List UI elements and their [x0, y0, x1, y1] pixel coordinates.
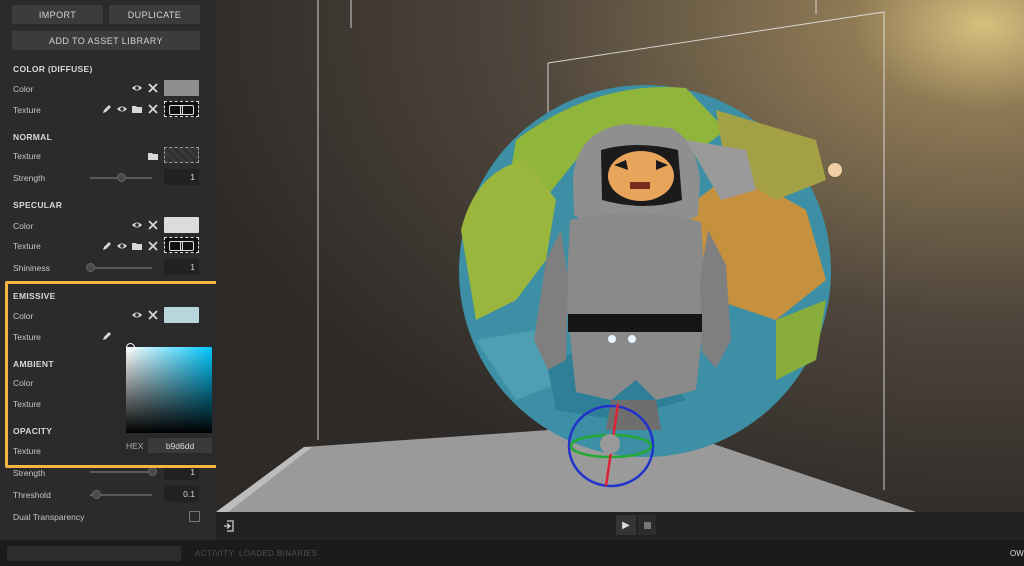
shininess-label: Shininess: [13, 263, 50, 273]
stop-button[interactable]: [638, 515, 656, 535]
eye-icon[interactable]: [116, 240, 128, 252]
normal-texture-label: Texture: [13, 151, 41, 161]
diffuse-texture-label: Texture: [13, 105, 41, 115]
light-sphere: [828, 163, 842, 177]
status-bar: ACTIVITY: LOADED BINARIES OW: [0, 540, 1024, 566]
threshold-value[interactable]: 0.1: [164, 486, 199, 502]
threshold-label: Threshold: [13, 490, 51, 500]
normal-strength-label: Strength: [13, 173, 46, 183]
eye-icon[interactable]: [131, 82, 143, 94]
specular-section-title: SPECULAR: [13, 200, 63, 210]
stop-icon: [643, 521, 651, 529]
folder-icon[interactable]: [131, 240, 143, 252]
opacity-texture-label: Texture: [13, 446, 41, 456]
shininess-slider-handle[interactable]: [86, 263, 95, 272]
saturation-value-area[interactable]: [126, 347, 212, 433]
3d-viewport[interactable]: [216, 0, 1024, 512]
opacity-strength-label: Strength: [13, 468, 46, 478]
diffuse-color-label: Color: [13, 84, 34, 94]
folder-icon[interactable]: [147, 150, 159, 162]
eye-icon[interactable]: [131, 219, 143, 231]
threshold-slider-handle[interactable]: [92, 490, 102, 499]
viewport-toolbar: ▶: [216, 512, 1024, 540]
status-right-text: OW: [1010, 549, 1024, 558]
eye-icon[interactable]: [116, 103, 128, 115]
import-button[interactable]: IMPORT: [12, 5, 103, 24]
ambient-texture-label: Texture: [13, 399, 41, 409]
pencil-icon[interactable]: [101, 240, 113, 252]
hex-input[interactable]: b9d6dd: [148, 438, 212, 453]
emissive-color-swatch[interactable]: [164, 307, 199, 323]
dual-transparency-label: Dual Transparency: [13, 512, 85, 522]
pencil-icon[interactable]: [101, 103, 113, 115]
diffuse-color-swatch[interactable]: [164, 80, 199, 96]
specular-texture-thumbnail[interactable]: [164, 237, 199, 253]
pencil-icon[interactable]: [101, 330, 113, 342]
ambient-color-label: Color: [13, 378, 34, 388]
close-icon[interactable]: [147, 240, 159, 252]
specular-texture-label: Texture: [13, 241, 41, 251]
emissive-texture-label: Texture: [13, 332, 41, 342]
play-button[interactable]: ▶: [616, 515, 636, 535]
opacity-section-title: OPACITY: [13, 426, 53, 436]
opacity-strength-slider-handle[interactable]: [148, 467, 157, 476]
close-icon[interactable]: [147, 309, 159, 321]
shininess-value[interactable]: 1: [164, 259, 199, 275]
ambient-section-title: AMBIENT: [13, 359, 54, 369]
diffuse-section-title: COLOR (DIFFUSE): [13, 64, 93, 74]
shininess-slider[interactable]: [90, 267, 152, 269]
opacity-strength-value[interactable]: 1: [164, 464, 199, 480]
close-icon[interactable]: [147, 82, 159, 94]
duplicate-button[interactable]: DUPLICATE: [109, 5, 200, 24]
diffuse-texture-thumbnail[interactable]: [164, 101, 199, 117]
add-to-asset-library-button[interactable]: ADD TO ASSET LIBRARY: [12, 31, 200, 50]
normal-strength-slider-handle[interactable]: [117, 173, 126, 182]
folder-icon[interactable]: [131, 103, 143, 115]
exit-icon[interactable]: [222, 519, 236, 533]
close-icon[interactable]: [147, 219, 159, 231]
hex-label: HEX: [126, 441, 144, 451]
opacity-strength-slider[interactable]: [90, 471, 152, 473]
normal-section-title: NORMAL: [13, 132, 53, 142]
specular-color-label: Color: [13, 221, 34, 231]
status-input[interactable]: [7, 546, 181, 561]
eye-icon[interactable]: [131, 309, 143, 321]
saturation-value-handle[interactable]: [126, 343, 135, 352]
emissive-color-label: Color: [13, 311, 34, 321]
status-text: ACTIVITY: LOADED BINARIES: [195, 549, 318, 558]
close-icon[interactable]: [147, 103, 159, 115]
normal-texture-thumbnail[interactable]: [164, 147, 199, 163]
specular-color-swatch[interactable]: [164, 217, 199, 233]
scene-canvas: [216, 0, 916, 512]
emissive-section-title: EMISSIVE: [13, 291, 56, 301]
dual-transparency-checkbox[interactable]: [189, 511, 200, 522]
normal-strength-value[interactable]: 1: [164, 169, 199, 185]
